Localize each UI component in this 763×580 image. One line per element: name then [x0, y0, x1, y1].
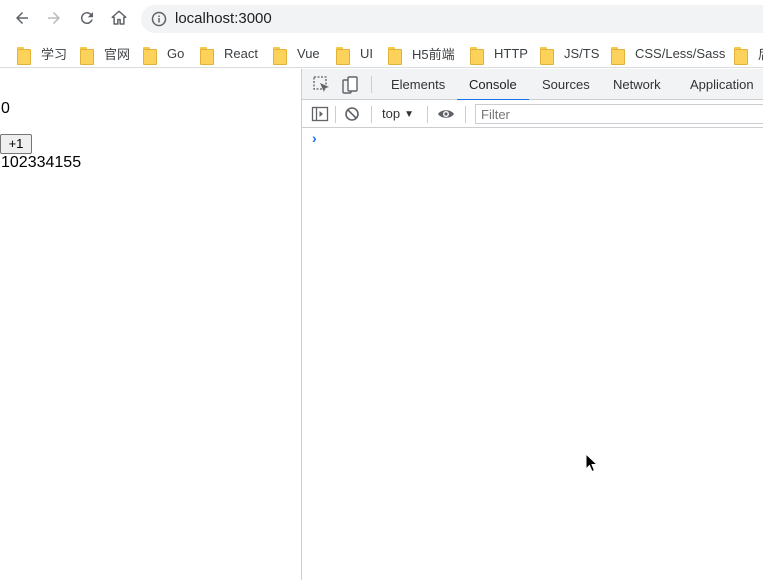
- bookmarks-bar: 学习 官网 Go React Vue UI H5前端 HTTP JS/TS CS…: [0, 37, 763, 68]
- forward-button[interactable]: [42, 6, 66, 30]
- home-button[interactable]: [107, 6, 131, 30]
- context-label: top: [382, 106, 401, 121]
- bookmark-item[interactable]: 后: [734, 44, 763, 65]
- home-icon: [111, 10, 127, 25]
- arrow-left-icon: [16, 12, 28, 24]
- bookmark-item[interactable]: CSS/Less/Sass: [611, 44, 726, 65]
- context-selector[interactable]: top ▼: [382, 106, 414, 121]
- bookmark-item[interactable]: 学习: [17, 44, 68, 65]
- bookmark-item[interactable]: Vue: [273, 44, 320, 65]
- bookmark-item[interactable]: UI: [336, 44, 373, 65]
- folder-icon: [200, 47, 214, 65]
- toolbar-divider: [465, 106, 466, 123]
- folder-icon: [273, 47, 287, 65]
- bookmark-label: CSS/Less/Sass: [635, 45, 726, 61]
- bookmark-label: 官网: [104, 46, 131, 62]
- folder-icon: [17, 47, 31, 65]
- bookmark-item[interactable]: Go: [143, 44, 185, 65]
- devtools-panel: Elements Console Sources Network Applica…: [301, 69, 763, 580]
- inspect-element-icon[interactable]: [312, 75, 332, 95]
- mouse-cursor-icon: [585, 453, 599, 473]
- folder-icon: [540, 47, 554, 65]
- bookmark-item[interactable]: H5前端: [388, 44, 455, 65]
- console-prompt[interactable]: ›: [312, 130, 317, 146]
- caret-down-icon: ▼: [404, 109, 414, 120]
- device-toggle-icon[interactable]: [340, 75, 360, 95]
- console-output[interactable]: ›: [302, 128, 763, 580]
- info-icon[interactable]: [151, 11, 167, 27]
- tab-sources[interactable]: Sources: [542, 69, 590, 100]
- folder-icon: [611, 47, 625, 65]
- bookmark-label: HTTP: [494, 45, 528, 61]
- toolbar-divider: [335, 106, 336, 123]
- eye-icon[interactable]: [437, 105, 455, 123]
- counter-value: 0: [1, 100, 10, 117]
- folder-icon: [80, 47, 94, 65]
- bookmark-label: UI: [360, 45, 373, 61]
- bookmark-item[interactable]: 官网: [80, 44, 131, 65]
- tab-elements[interactable]: Elements: [391, 69, 445, 100]
- reload-icon: [80, 12, 93, 25]
- toolbar-divider: [371, 76, 372, 93]
- bookmark-item[interactable]: HTTP: [470, 44, 528, 65]
- page-viewport: 0 +1 102334155: [0, 69, 301, 580]
- folder-icon: [470, 47, 484, 65]
- toolbar-divider: [427, 106, 428, 123]
- url-text[interactable]: localhost:3000: [175, 10, 272, 27]
- increment-button[interactable]: +1: [0, 134, 32, 154]
- tab-application[interactable]: Application: [690, 69, 754, 100]
- address-bar[interactable]: localhost:3000: [141, 5, 763, 33]
- bookmark-label: 后: [758, 44, 763, 63]
- bookmark-label: React: [224, 45, 258, 61]
- bookmark-label: H5前端: [412, 46, 455, 62]
- bookmark-item[interactable]: React: [200, 44, 258, 65]
- browser-toolbar: localhost:3000: [0, 0, 763, 37]
- bookmark-label: Go: [167, 45, 185, 61]
- bookmark-label: JS/TS: [564, 45, 600, 61]
- clear-console-icon[interactable]: [343, 105, 361, 123]
- folder-icon: [734, 47, 748, 65]
- back-button[interactable]: [10, 6, 34, 30]
- bookmark-label: 学习: [41, 46, 68, 62]
- tab-console[interactable]: Console: [457, 69, 529, 101]
- folder-icon: [143, 47, 157, 65]
- filter-input[interactable]: [475, 104, 763, 124]
- sidebar-toggle-icon[interactable]: [311, 105, 329, 123]
- reload-button[interactable]: [75, 6, 99, 30]
- folder-icon: [336, 47, 350, 65]
- bookmark-label: Vue: [297, 45, 320, 61]
- folder-icon: [388, 47, 402, 65]
- toolbar-divider: [371, 106, 372, 123]
- devtools-tab-bar: Elements Console Sources Network Applica…: [302, 69, 763, 101]
- arrow-right-icon: [48, 12, 60, 24]
- console-toolbar: top ▼: [302, 100, 763, 128]
- bookmark-item[interactable]: JS/TS: [540, 44, 600, 65]
- result-text: 102334155: [1, 154, 82, 171]
- tab-network[interactable]: Network: [613, 69, 661, 100]
